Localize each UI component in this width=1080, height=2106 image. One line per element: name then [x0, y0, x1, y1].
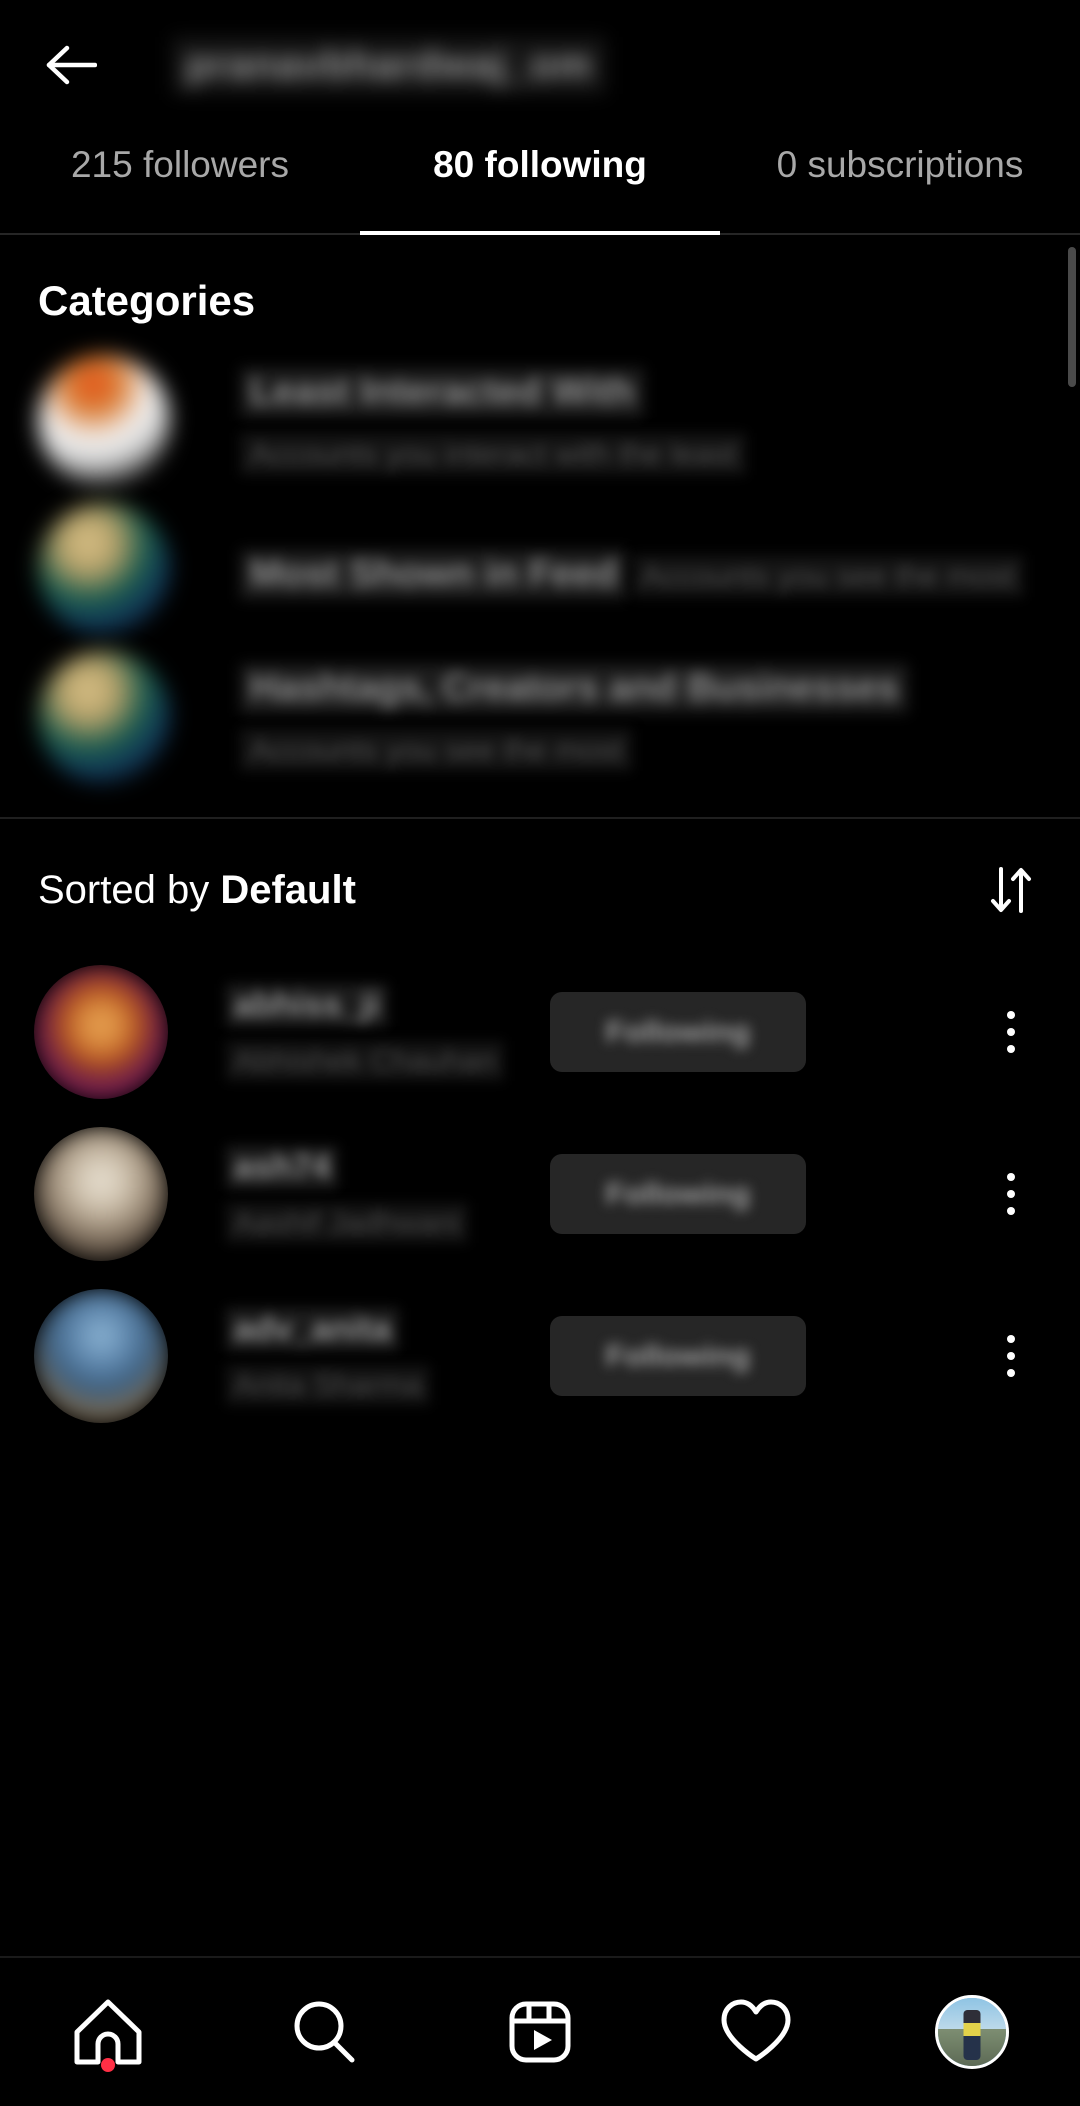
category-subtitle: Accounts you see the most	[631, 555, 1024, 597]
content-scroll-area[interactable]: Categories Least Interacted With Account…	[0, 235, 1080, 1956]
profile-avatar-icon[interactable]	[935, 1995, 1009, 2069]
back-arrow-icon	[46, 45, 97, 85]
category-text: Least Interacted With Accounts you inter…	[240, 367, 1042, 475]
user-text: abhiss_ji Abhishek Chauhan	[226, 983, 526, 1081]
nav-activity[interactable]	[648, 1958, 864, 2106]
scrollbar-thumb[interactable]	[1068, 247, 1076, 387]
instagram-following-screen: pranavbhardwaj_om 215 followers 80 follo…	[0, 0, 1080, 2106]
following-button-label: Following	[605, 1014, 751, 1049]
dot-icon	[1007, 1352, 1015, 1360]
user-row[interactable]: abhiss_ji Abhishek Chauhan Following	[0, 951, 1080, 1113]
category-title: Least Interacted With	[240, 367, 644, 417]
sort-bar[interactable]: Sorted by Default	[0, 819, 1080, 951]
user-row[interactable]: ash74 Aashif Jadhwani Following	[0, 1113, 1080, 1275]
following-button[interactable]: Following	[550, 1154, 806, 1234]
category-subtitle: Accounts you see the most	[240, 728, 633, 771]
sort-label: Sorted by Default	[38, 868, 356, 913]
sort-value: Default	[220, 867, 356, 912]
category-text: Hashtags, Creators and Businesses Accoun…	[240, 663, 1042, 771]
dot-icon	[1007, 1190, 1015, 1198]
user-text: ash74 Aashif Jadhwani	[226, 1145, 526, 1243]
following-button-label: Following	[605, 1176, 751, 1211]
user-avatar[interactable]	[34, 1127, 168, 1261]
home-notification-badge	[101, 2058, 115, 2072]
dot-icon	[1007, 1028, 1015, 1036]
back-button[interactable]	[28, 22, 114, 108]
sort-prefix: Sorted by	[38, 867, 221, 912]
page-title: pranavbhardwaj_om	[172, 36, 607, 94]
user-fullname: Anita Sharma	[226, 1364, 430, 1405]
dot-icon	[1007, 1369, 1015, 1377]
category-avatar	[38, 651, 170, 783]
category-avatar	[38, 503, 170, 635]
following-button[interactable]: Following	[550, 992, 806, 1072]
dot-icon	[1007, 1011, 1015, 1019]
sort-arrows-icon	[991, 867, 1031, 913]
dot-icon	[1007, 1207, 1015, 1215]
search-icon	[294, 2001, 355, 2063]
user-text: adv_anita Anita Sharma	[226, 1307, 526, 1405]
heart-icon	[721, 1999, 791, 2062]
header: pranavbhardwaj_om	[0, 0, 1080, 130]
nav-reels[interactable]	[432, 1958, 648, 2106]
category-title: Hashtags, Creators and Businesses	[240, 663, 909, 713]
user-username: ash74	[226, 1145, 339, 1189]
nav-profile[interactable]	[864, 1958, 1080, 2106]
category-title: Most Shown in Feed	[240, 550, 628, 599]
category-row[interactable]: Least Interacted With Accounts you inter…	[0, 347, 1080, 495]
user-row[interactable]: adv_anita Anita Sharma Following	[0, 1275, 1080, 1437]
dot-icon	[1007, 1335, 1015, 1343]
category-subtitle: Accounts you interact with the least	[240, 432, 746, 475]
user-username: adv_anita	[226, 1307, 399, 1351]
user-avatar[interactable]	[34, 965, 168, 1099]
tab-subscriptions[interactable]: 0 subscriptions	[720, 130, 1080, 233]
category-row[interactable]: Most Shown in Feed Accounts you see the …	[0, 495, 1080, 643]
nav-search[interactable]	[216, 1958, 432, 2106]
dot-icon	[1007, 1045, 1015, 1053]
tab-bar: 215 followers 80 following 0 subscriptio…	[0, 130, 1080, 235]
user-more-options-button[interactable]	[976, 1311, 1046, 1401]
user-username: abhiss_ji	[226, 983, 388, 1027]
category-row[interactable]: Hashtags, Creators and Businesses Accoun…	[0, 643, 1080, 791]
user-avatar[interactable]	[34, 1289, 168, 1423]
dot-icon	[1007, 1173, 1015, 1181]
header-title-wrap: pranavbhardwaj_om	[172, 36, 607, 94]
nav-home[interactable]	[0, 1958, 216, 2106]
user-more-options-button[interactable]	[976, 1149, 1046, 1239]
following-button-label: Following	[605, 1338, 751, 1373]
category-avatar	[38, 355, 170, 487]
category-text: Most Shown in Feed Accounts you see the …	[240, 539, 1042, 599]
user-fullname: Aashif Jadhwani	[226, 1202, 468, 1243]
sort-button[interactable]	[980, 859, 1042, 921]
categories-heading: Categories	[38, 277, 256, 324]
following-button[interactable]: Following	[550, 1316, 806, 1396]
tab-following[interactable]: 80 following	[360, 130, 720, 235]
bottom-navigation-bar	[0, 1956, 1080, 2106]
tab-followers[interactable]: 215 followers	[0, 130, 360, 233]
user-more-options-button[interactable]	[976, 987, 1046, 1077]
reels-icon	[509, 2001, 571, 2063]
user-fullname: Abhishek Chauhan	[226, 1040, 504, 1081]
